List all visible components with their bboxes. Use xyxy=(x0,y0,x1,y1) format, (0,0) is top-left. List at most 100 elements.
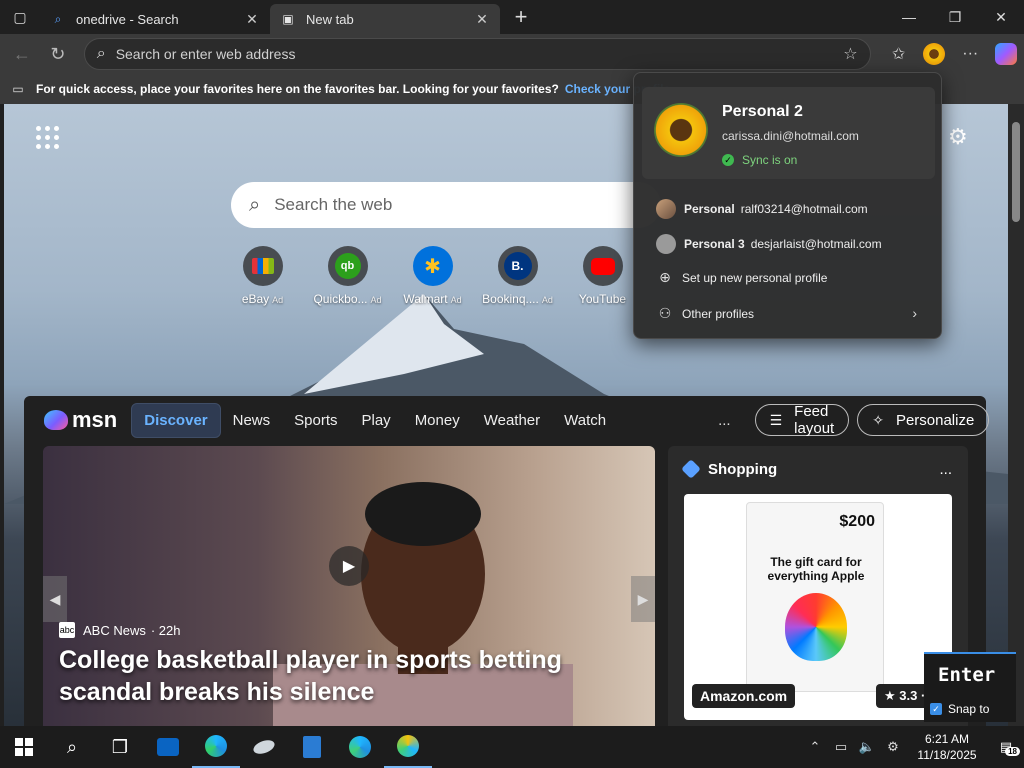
back-icon[interactable]: ← xyxy=(4,36,40,72)
new-tab-button[interactable]: + xyxy=(506,2,536,32)
outlook-icon[interactable] xyxy=(144,726,192,768)
sync-status: ✓ Sync is on xyxy=(722,153,797,167)
shopping-card: Shopping ... $200 The gift card for ever… xyxy=(668,446,968,726)
network-icon[interactable]: ▭ xyxy=(828,739,854,755)
quicklink-booking[interactable]: B. Bookinq.... Ad xyxy=(475,246,560,306)
clock-date: 11/18/2025 xyxy=(917,748,977,762)
app-taskbar-icon[interactable] xyxy=(240,726,288,768)
profile-item-personal-3[interactable]: Personal 3 desjarlaist@hotmail.com xyxy=(656,234,882,254)
restore-icon[interactable]: ❐ xyxy=(932,0,978,34)
settings-gear-icon[interactable]: ⚙ xyxy=(880,739,906,755)
shopping-header: Shopping ... xyxy=(668,446,968,492)
shopping-more-icon[interactable]: ... xyxy=(939,461,952,478)
nav-money[interactable]: Money xyxy=(403,404,472,437)
source-name: ABC News xyxy=(83,622,146,638)
notifications-button[interactable]: ▤ 18 xyxy=(988,739,1024,756)
profile-item-name: Personal 3 xyxy=(684,237,745,251)
other-profiles[interactable]: ⚇ Other profiles xyxy=(656,305,754,322)
carousel-prev-button[interactable]: ◀ xyxy=(43,576,67,622)
ad-badge: Ad xyxy=(272,295,284,305)
shopping-product[interactable]: $200 The gift card for everything Apple … xyxy=(684,494,952,720)
booking-icon: B. xyxy=(497,246,538,286)
nav-watch[interactable]: Watch xyxy=(552,404,618,437)
walmart-icon: ✱ xyxy=(412,246,453,286)
tab-actions-icon[interactable]: ▢ xyxy=(0,0,40,34)
taskbar: ⌕ ❐ ⌃ ▭ 🔈 ⚙ 6:21 AM 11/18/2025 ▤ 18 xyxy=(0,726,1024,768)
sliders-icon: ☰ xyxy=(769,411,783,428)
apps-grid-icon[interactable] xyxy=(36,126,60,150)
nav-play[interactable]: Play xyxy=(350,404,403,437)
nav-more-icon[interactable]: ... xyxy=(718,412,731,429)
volume-muted-icon[interactable]: 🔈 xyxy=(854,739,880,755)
more-options-icon[interactable]: ··· xyxy=(952,36,988,72)
msn-butterfly-icon xyxy=(44,410,68,430)
quicklink-label: Bookinq.... xyxy=(482,292,539,306)
ad-badge: Ad xyxy=(541,295,553,305)
edge-taskbar-icon[interactable] xyxy=(192,726,240,768)
search-icon: ⌕ xyxy=(249,193,261,216)
favorites-icon[interactable]: ✩ xyxy=(881,36,917,72)
copilot-button[interactable] xyxy=(988,36,1024,72)
setup-new-profile[interactable]: ⊕ Set up new personal profile xyxy=(656,269,827,286)
tab-onedrive-search[interactable]: ⌕ onedrive - Search ✕ xyxy=(40,4,270,34)
profile-button[interactable] xyxy=(916,36,952,72)
hero-story-card[interactable]: ▶ ◀ ▶ abc ABC News · 22h College basketb… xyxy=(43,446,655,726)
nav-news[interactable]: News xyxy=(221,404,283,437)
chevron-up-icon[interactable]: ⌃ xyxy=(802,739,828,755)
quick-links: eBay Ad qb Quickbo... Ad ✱ Walmart Ad B. Bo… xyxy=(220,246,645,306)
checkbox-icon[interactable]: ✓ xyxy=(930,703,942,715)
snap-overlay: Enter ✓ Snap to xyxy=(924,652,1016,722)
abc-news-icon: abc xyxy=(59,622,75,638)
document-taskbar-icon[interactable] xyxy=(288,726,336,768)
quicklink-ebay[interactable]: eBay Ad xyxy=(220,246,305,306)
nav-sports[interactable]: Sports xyxy=(282,404,349,437)
web-search-box[interactable]: ⌕ xyxy=(231,182,661,228)
edge-dev-taskbar-icon[interactable] xyxy=(336,726,384,768)
scrollbar-thumb[interactable] xyxy=(1012,122,1020,222)
nav-discover[interactable]: Discover xyxy=(131,402,221,438)
web-search-input[interactable] xyxy=(274,195,615,215)
play-video-button[interactable]: ▶ xyxy=(329,546,369,586)
window-controls: — ❐ ✕ xyxy=(886,0,1024,34)
edge-profile-taskbar-icon[interactable] xyxy=(384,726,432,768)
search-icon: ⌕ xyxy=(54,11,62,26)
minimize-icon[interactable]: — xyxy=(886,0,932,34)
sunflower-avatar xyxy=(654,103,708,157)
apple-logo-icon xyxy=(785,593,847,661)
msn-nav-bar: msn Discover News Sports Play Money Weat… xyxy=(24,396,990,444)
feed-layout-button[interactable]: ☰ Feed layout xyxy=(754,403,850,437)
profile-email: carissa.dini@hotmail.com xyxy=(722,129,859,143)
refresh-icon[interactable]: ↻ xyxy=(40,36,76,72)
snap-to-option[interactable]: ✓ Snap to xyxy=(930,702,989,716)
address-bar[interactable]: ⌕ ☆ xyxy=(83,38,871,70)
favorite-star-icon[interactable]: ☆ xyxy=(843,44,857,64)
gift-card-text: The gift card for everything Apple xyxy=(767,555,865,583)
page-scrollbar[interactable] xyxy=(1008,104,1024,726)
story-headline[interactable]: College basketball player in sports bett… xyxy=(59,644,639,708)
current-profile-card[interactable]: Personal 2 carissa.dini@hotmail.com ✓ Syn… xyxy=(642,87,935,179)
story-source: abc ABC News · 22h xyxy=(59,622,181,638)
close-tab-icon[interactable]: ✕ xyxy=(244,11,260,28)
personalize-button[interactable]: ✧ Personalize xyxy=(857,404,990,436)
clock[interactable]: 6:21 AM 11/18/2025 xyxy=(912,731,982,763)
profile-item-personal[interactable]: Personal ralf03214@hotmail.com xyxy=(656,199,868,219)
search-taskbar-icon[interactable]: ⌕ xyxy=(48,726,96,768)
msn-logo[interactable]: msn xyxy=(44,407,117,433)
close-tab-icon[interactable]: ✕ xyxy=(474,11,490,28)
close-window-icon[interactable]: ✕ xyxy=(978,0,1024,34)
tab-new-tab[interactable]: ▣ New tab ✕ xyxy=(270,4,500,34)
page-settings-gear-icon[interactable]: ⚙ xyxy=(948,124,968,150)
task-view-icon[interactable]: ❐ xyxy=(96,726,144,768)
address-input[interactable] xyxy=(115,46,844,62)
person-icon: ⚇ xyxy=(658,305,672,321)
profile-item-email: ralf03214@hotmail.com xyxy=(740,202,868,216)
quicklink-quickbooks[interactable]: qb Quickbo... Ad xyxy=(305,246,390,306)
chevron-right-icon[interactable]: › xyxy=(912,305,917,321)
copilot-icon xyxy=(995,43,1018,65)
ebay-icon xyxy=(242,246,283,286)
store-badge: Amazon.com xyxy=(692,684,796,708)
start-button[interactable] xyxy=(0,726,48,768)
nav-weather[interactable]: Weather xyxy=(472,404,552,437)
quicklink-walmart[interactable]: ✱ Walmart Ad xyxy=(390,246,475,306)
carousel-next-button[interactable]: ▶ xyxy=(631,576,655,622)
